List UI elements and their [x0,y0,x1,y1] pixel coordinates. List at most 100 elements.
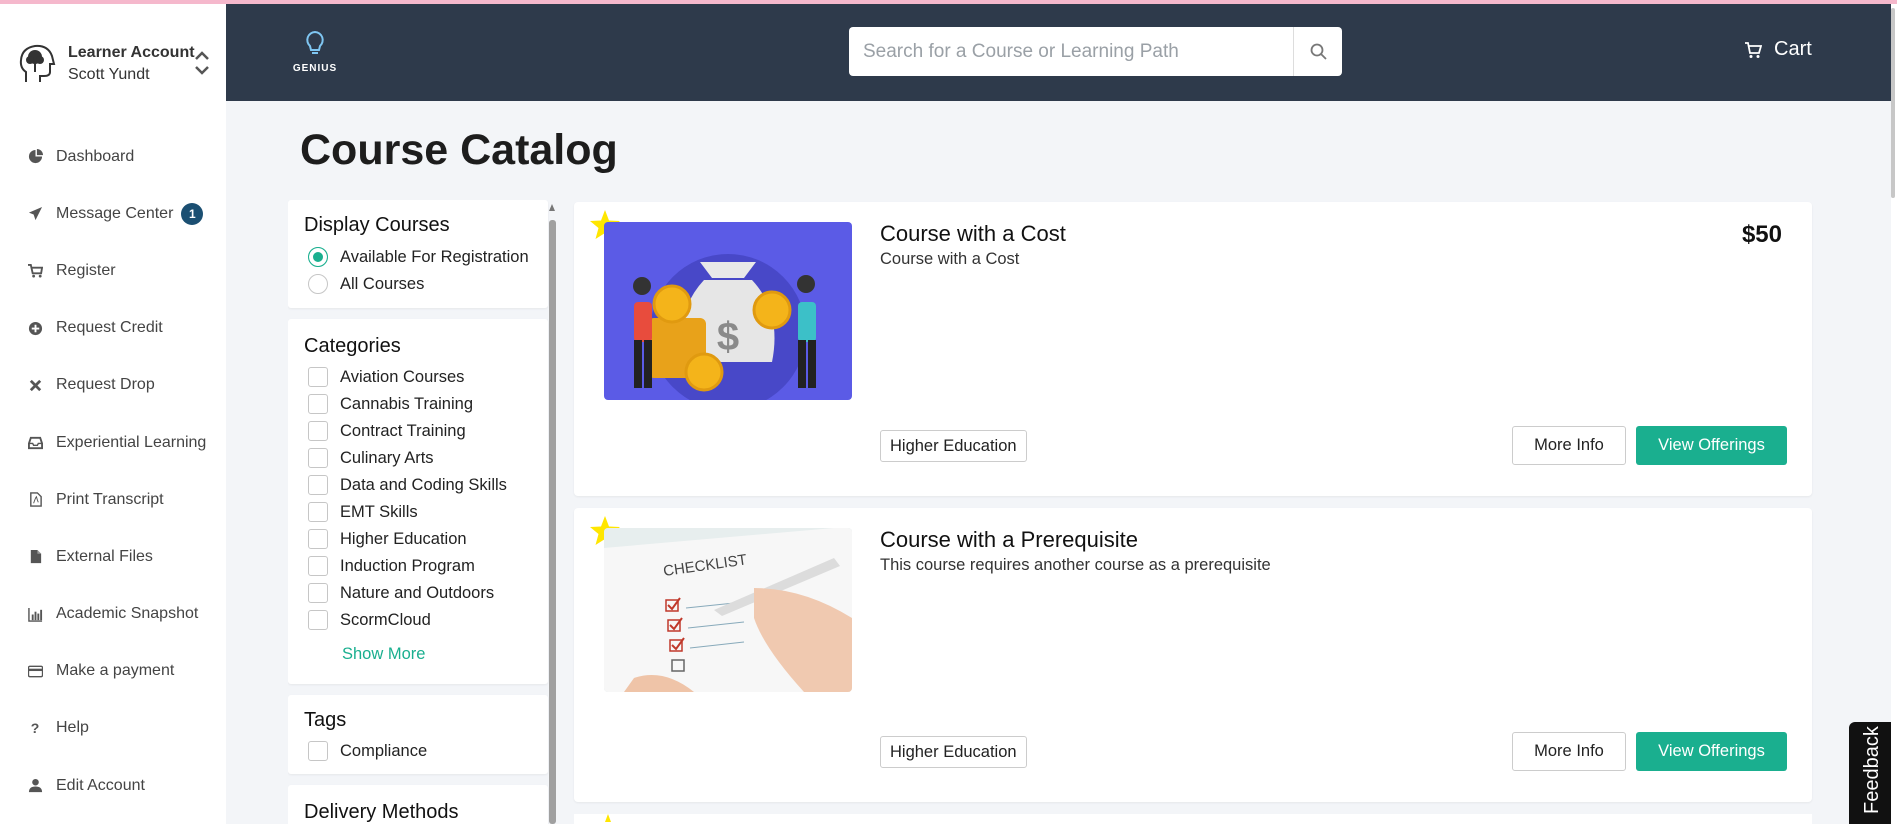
feedback-tab[interactable]: Feedback [1849,722,1897,824]
radio-selected[interactable] [308,247,328,267]
account-switcher[interactable]: Learner Account Scott Yundt [18,40,213,88]
category-checkbox[interactable]: Contract Training [308,421,466,441]
category-checkbox[interactable]: Culinary Arts [308,448,434,468]
radio-available-for-registration[interactable]: Available For Registration [308,247,529,267]
more-info-button[interactable]: More Info [1512,426,1626,465]
chevron-up-down-icon[interactable] [193,48,211,78]
checkbox[interactable] [308,583,328,603]
category-label: Cannabis Training [340,394,473,413]
sidebar-item-label: External Files [56,547,153,565]
search-bar [849,27,1342,76]
checkbox[interactable] [308,475,328,495]
scrollbar-thumb[interactable] [549,220,556,824]
sidebar-item-label: Experiential Learning [56,433,207,451]
delivery-methods-panel: Delivery Methods [288,785,548,824]
category-label: Nature and Outdoors [340,583,495,602]
scroll-up-arrow-icon[interactable] [549,204,555,211]
cart-icon [27,263,43,279]
checkbox[interactable] [308,367,328,387]
sidebar-item-register[interactable]: Register [0,242,226,299]
category-checkbox[interactable]: Induction Program [308,556,475,576]
search-icon [1310,43,1327,60]
category-tag: Higher Education [880,736,1027,768]
display-courses-heading: Display Courses [304,214,450,236]
star-favorite-icon[interactable] [598,814,618,824]
paper-plane-icon [27,206,43,222]
sidebar-item-label: Make a payment [56,662,175,680]
sidebar: Learner Account Scott Yundt Dashboard Me… [0,0,226,824]
course-title[interactable]: Course with a Prerequisite [880,527,1138,553]
sidebar-item-dashboard[interactable]: Dashboard [0,128,226,185]
page-scrollbar-thumb[interactable] [1891,8,1895,198]
category-checkbox[interactable]: Aviation Courses [308,367,464,387]
category-checkbox[interactable]: ScormCloud [308,610,431,630]
checkbox[interactable] [308,610,328,630]
sidebar-item-experiential-learning[interactable]: Experiential Learning [0,414,226,471]
radio-label: Available For Registration [340,247,529,266]
category-checkbox[interactable]: Cannabis Training [308,394,473,414]
category-checkbox[interactable]: Higher Education [308,529,467,549]
svg-text:$: $ [717,315,739,359]
checkbox[interactable] [308,529,328,549]
more-info-button[interactable]: More Info [1512,732,1626,771]
category-checkbox[interactable]: Nature and Outdoors [308,583,494,603]
inbox-icon [27,435,43,451]
genius-logo[interactable]: GENIUS [290,30,340,80]
top-header: GENIUS Cart [226,4,1897,101]
sidebar-item-label: Dashboard [56,147,135,165]
cart-icon [1745,41,1762,58]
plus-circle-icon [27,320,43,336]
logo-text: GENIUS [292,63,338,74]
sidebar-item-help[interactable]: ? Help [0,700,226,757]
show-more-link[interactable]: Show More [342,645,425,664]
category-label: Data and Coding Skills [340,475,507,494]
sidebar-item-label: Academic Snapshot [56,605,199,623]
filter-scrollbar[interactable] [549,204,556,824]
categories-panel: Categories Aviation Courses Cannabis Tra… [288,319,548,684]
category-label: EMT Skills [340,502,418,521]
checkbox[interactable] [308,421,328,441]
tree-head-avatar-icon [19,44,56,82]
sidebar-item-print-transcript[interactable]: Print Transcript [0,471,226,528]
sidebar-item-request-credit[interactable]: Request Credit [0,300,226,357]
account-type-label: Learner Account [68,44,195,61]
sidebar-item-academic-snapshot[interactable]: Academic Snapshot [0,586,226,643]
sidebar-item-external-files[interactable]: External Files [0,528,226,585]
checkbox[interactable] [308,556,328,576]
category-checkbox[interactable]: EMT Skills [308,502,418,522]
lightbulb-icon [306,30,324,54]
radio-unselected[interactable] [308,274,328,294]
display-courses-panel: Display Courses Available For Registrati… [288,200,548,308]
sidebar-item-message-center[interactable]: Message Center 1 [0,185,226,242]
tags-panel: Tags Compliance [288,695,548,774]
x-icon [27,377,43,393]
sidebar-item-request-drop[interactable]: Request Drop [0,357,226,414]
sidebar-nav: Dashboard Message Center 1 Register Requ… [0,128,226,814]
course-card: CHECKLIST Course with a Prerequisite Thi… [574,508,1812,802]
view-offerings-button[interactable]: View Offerings [1636,732,1787,771]
view-offerings-button[interactable]: View Offerings [1636,426,1787,465]
checkbox[interactable] [308,741,328,761]
search-input[interactable] [849,27,1293,76]
search-button[interactable] [1293,27,1342,76]
course-card: $ Course with a Cost Course with a Cost … [574,202,1812,496]
sidebar-item-label: Help [56,719,89,737]
sidebar-item-label: Register [56,261,116,279]
sidebar-item-make-payment[interactable]: Make a payment [0,643,226,700]
checkbox[interactable] [308,448,328,468]
sidebar-item-edit-account[interactable]: Edit Account [0,757,226,814]
tag-checkbox[interactable]: Compliance [308,741,427,761]
credit-card-icon [27,663,43,679]
question-icon: ? [30,720,40,737]
radio-all-courses[interactable]: All Courses [308,274,424,294]
category-checkbox[interactable]: Data and Coding Skills [308,475,507,495]
category-label: ScormCloud [340,610,431,629]
category-label: Culinary Arts [340,448,434,467]
page-scrollbar[interactable] [1891,4,1897,824]
delivery-methods-heading: Delivery Methods [304,801,459,823]
checkbox[interactable] [308,502,328,522]
checkbox[interactable] [308,394,328,414]
cart-button[interactable]: Cart [1744,38,1812,61]
pie-chart-icon [27,149,43,165]
course-title[interactable]: Course with a Cost [880,221,1066,247]
